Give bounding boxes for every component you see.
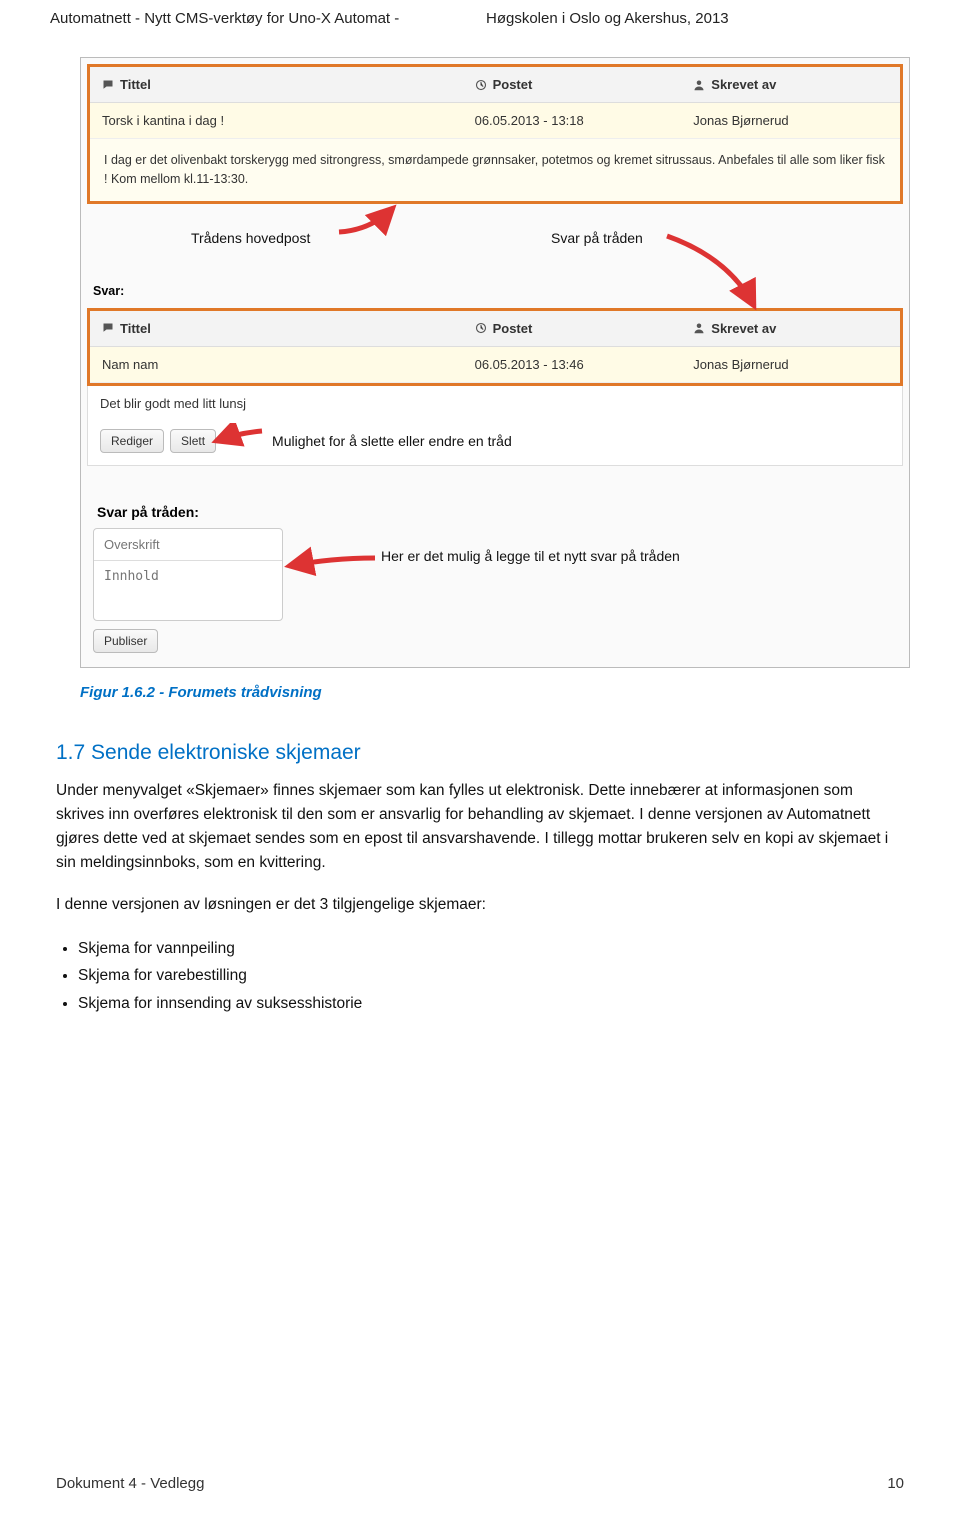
reply-col-posted: Postet [463,311,682,346]
speech-icon [102,79,114,91]
table-header: Tittel Postet Skrevet av [90,67,900,103]
list-item: Skjema for vannpeiling [78,935,904,963]
reply-post-author: Jonas Bjørnerud [681,347,900,382]
reply-post-posted: 06.05.2013 - 13:46 [463,347,682,382]
button-row: Rediger Slett Mulighet for å slette elle… [87,421,903,466]
section-para1: Under menyvalget «Skjemaer» finnes skjem… [56,779,904,875]
section-para2: I denne versjonen av løsningen er det 3 … [56,893,904,917]
reply-col-title-label: Tittel [120,321,151,336]
arrow-form [281,546,381,576]
header-right: Høgskolen i Oslo og Akershus, 2013 [474,10,910,27]
header-left: Automatnett - Nytt CMS-verktøy for Uno-X… [50,10,474,27]
thread-main-post: Tittel Postet Skrevet av Torsk i kantina… [87,64,903,204]
innhold-textarea[interactable] [94,561,282,615]
reply-table-header: Tittel Postet Skrevet av [90,311,900,347]
list-item: Skjema for innsending av suksesshistorie [78,990,904,1018]
main-post-posted: 06.05.2013 - 13:18 [463,103,682,138]
page-footer: Dokument 4 - Vedlegg 10 [56,1475,904,1492]
user-icon [693,79,705,91]
arrow-hovedpost [331,202,411,238]
reply-col-author: Skrevet av [681,311,900,346]
thread-reply-post: Tittel Postet Skrevet av Nam nam 06.05.2… [87,308,903,386]
reply-form: Publiser Her er det mulig å legge til et… [81,528,909,667]
user-icon [693,322,705,334]
anno-hovedpost: Trådens hovedpost [191,230,310,246]
section-heading: 1.7 Sende elektroniske skjemaer [56,741,904,765]
col-title-label: Tittel [120,77,151,92]
main-post-body: I dag er det olivenbakt torskerygg med s… [90,139,900,201]
reply-col-author-label: Skrevet av [711,321,776,336]
speech-icon [102,322,114,334]
slett-button[interactable]: Slett [170,429,216,453]
col-title: Tittel [90,67,463,102]
col-posted-label: Postet [493,77,533,92]
reply-post-title: Nam nam [90,347,463,382]
main-post-title: Torsk i kantina i dag ! [90,103,463,138]
svar-label: Svar: [81,264,909,304]
footer-right: 10 [887,1475,904,1492]
anno-btn: Mulighet for å slette eller endre en trå… [272,433,512,449]
main-post-row: Torsk i kantina i dag ! 06.05.2013 - 13:… [90,103,900,139]
page-header: Automatnett - Nytt CMS-verktøy for Uno-X… [0,0,960,57]
list-item: Skjema for varebestilling [78,962,904,990]
arrow-btn [208,423,268,449]
clock-icon [475,79,487,91]
reply-col-title: Tittel [90,311,463,346]
reply-form-heading: Svar på tråden: [81,466,909,528]
reply-col-posted-label: Postet [493,321,533,336]
main-post-author: Jonas Bjørnerud [681,103,900,138]
figure-caption: Figur 1.6.2 - Forumets trådvisning [80,684,960,701]
overskrift-input[interactable] [94,529,282,561]
anno-form: Her er det mulig å legge til et nytt sva… [381,548,680,564]
anno-svarpaa: Svar på tråden [551,230,643,246]
footer-left: Dokument 4 - Vedlegg [56,1475,204,1492]
reply-form-box [93,528,283,621]
col-author-label: Skrevet av [711,77,776,92]
publiser-button[interactable]: Publiser [93,629,158,653]
doc-section: 1.7 Sende elektroniske skjemaer Under me… [56,741,904,1019]
forum-screenshot: Tittel Postet Skrevet av Torsk i kantina… [80,57,910,668]
reply-post-row: Nam nam 06.05.2013 - 13:46 Jonas Bjørner… [90,347,900,383]
col-posted: Postet [463,67,682,102]
rediger-button[interactable]: Rediger [100,429,164,453]
reply-post-body: Det blir godt med litt lunsj [87,386,903,421]
annotation-row-1: Trådens hovedpost Svar på tråden [81,210,909,264]
bullet-list: Skjema for vannpeiling Skjema for varebe… [56,935,904,1019]
clock-icon [475,322,487,334]
col-author: Skrevet av [681,67,900,102]
